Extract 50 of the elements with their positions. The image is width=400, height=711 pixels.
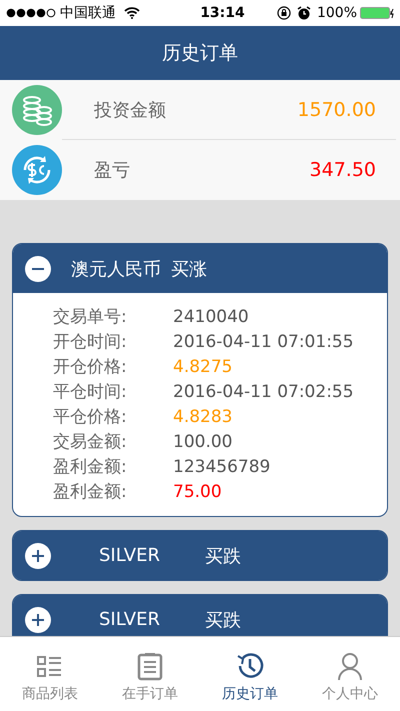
- order-header[interactable]: 澳元人民币 买涨: [13, 244, 387, 293]
- field-label: 开仓价格:: [53, 356, 128, 379]
- summary-value: 1570.00: [297, 99, 376, 121]
- collapse-icon[interactable]: [25, 256, 51, 282]
- field-value: 2016-04-11 07:02:55: [173, 381, 355, 404]
- summary-label: 盈亏: [94, 159, 131, 182]
- trade-direction: 买跌: [205, 544, 241, 568]
- coins-icon: [12, 85, 62, 135]
- page-title: 历史订单: [162, 41, 238, 66]
- field-label: 开仓时间:: [53, 331, 128, 354]
- trade-direction: 买跌: [205, 608, 241, 632]
- tab-button[interactable]: 在手订单: [100, 637, 200, 711]
- field-label: 平仓价格:: [53, 406, 128, 429]
- field-value: 4.8283: [173, 406, 234, 429]
- field-label: 盈利金额:: [53, 456, 128, 479]
- status-time: 13:14: [199, 5, 246, 21]
- tab-button[interactable]: 历史订单: [200, 637, 300, 711]
- order-header[interactable]: SILVER 买跌: [13, 595, 387, 636]
- field-value: 100.00: [173, 431, 234, 454]
- signal-icon: [6, 8, 56, 18]
- battery-percent: 100%: [316, 5, 357, 21]
- clipboard-icon: [136, 651, 164, 681]
- wifi-icon: [124, 7, 140, 19]
- tab-button[interactable]: 个人中心: [300, 637, 400, 711]
- field-value: 75.00: [173, 481, 223, 504]
- expand-icon[interactable]: [25, 606, 51, 632]
- field-value: 2016-04-11 07:01:55: [173, 331, 355, 354]
- person-icon: [336, 651, 364, 681]
- instrument-name: SILVER: [99, 545, 161, 566]
- expand-icon[interactable]: [25, 542, 51, 568]
- trade-direction: 买涨: [171, 258, 207, 280]
- currency-exchange-icon: [12, 145, 62, 195]
- history-icon: [235, 651, 265, 681]
- summary-value: 347.50: [310, 159, 376, 181]
- battery-icon: [360, 7, 394, 19]
- field-value: 2410040: [173, 306, 250, 329]
- summary-label: 投资金额: [94, 99, 167, 122]
- field-value: 123456789: [173, 456, 272, 479]
- field-label: 交易单号:: [53, 306, 128, 329]
- rotation-lock-icon: [276, 6, 291, 20]
- field-label: 盈利金额:: [53, 481, 128, 504]
- order-header[interactable]: SILVER 买跌: [13, 531, 387, 580]
- carrier-name: 中国联通: [60, 4, 116, 22]
- instrument-name: SILVER: [99, 609, 161, 630]
- field-label: 交易金额:: [53, 431, 128, 454]
- instrument-name: 澳元人民币: [71, 258, 162, 280]
- tab-button[interactable]: 商品列表: [0, 637, 100, 711]
- field-value: 4.8275: [173, 356, 234, 379]
- alarm-icon: [296, 6, 311, 20]
- field-label: 平仓时间:: [53, 381, 128, 404]
